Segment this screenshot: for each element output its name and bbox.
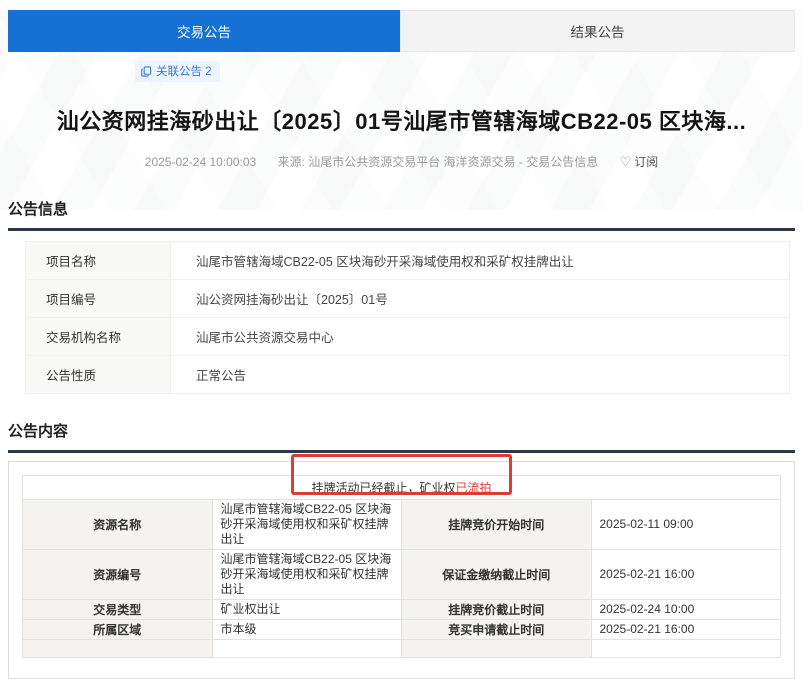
content-value-bid-start-time: 2025-02-11 09:00 [591,500,781,550]
article-source: 来源: 汕尾市公共资源交易平台 海洋资源交易 - 交易公告信息 [278,155,599,169]
info-label-notice-nature: 公告性质 [26,356,171,394]
section-announcement-info: 公告信息 项目名称 汕尾市管辖海域CB22-05 区块海砂开采海域使用权和采矿权… [8,198,795,394]
content-label-resource-name: 资源名称 [23,500,213,550]
subscribe-button[interactable]: ♡订阅 [620,155,659,169]
page-title: 汕公资网挂海砂出让〔2025〕01号汕尾市管辖海域CB22-05 区块海... [30,104,773,136]
table-row: 资源名称 汕尾市管辖海域CB22-05 区块海砂开采海域使用权和采矿权挂牌出让 … [23,500,781,550]
content-value-deposit-deadline: 2025-02-21 16:00 [591,550,781,600]
info-value-agency-name: 汕尾市公共资源交易中心 [171,318,790,356]
announcement-content-box: 挂牌活动已经截止，矿业权已流拍 资源名称 汕尾市管辖海域CB22-05 区块海砂… [8,461,795,679]
table-row: 交易机构名称 汕尾市公共资源交易中心 [26,318,790,356]
announcement-info-heading: 公告信息 [8,198,795,231]
status-notice-highlight: 已流拍 [456,481,492,495]
status-notice-row: 挂牌活动已经截止，矿业权已流拍 [23,476,781,500]
content-value-resource-number: 汕尾市管辖海域CB22-05 区块海砂开采海域使用权和采矿权挂牌出让 [212,550,402,600]
announcement-content-heading: 公告内容 [8,420,795,453]
tab-trade-announcement[interactable]: 交易公告 [8,10,400,52]
related-announcements-label: 关联公告 2 [156,63,212,79]
table-row: 项目名称 汕尾市管辖海域CB22-05 区块海砂开采海域使用权和采矿权挂牌出让 [26,242,790,280]
info-label-project-number: 项目编号 [26,280,171,318]
content-label-region: 所属区域 [23,620,213,640]
content-value-bid-end-time: 2025-02-24 10:00 [591,600,781,620]
tab-result-announcement[interactable]: 结果公告 [400,10,795,52]
table-row-partial [23,640,781,658]
content-label-resource-number: 资源编号 [23,550,213,600]
publish-time: 2025-02-24 10:00:03 [145,155,256,169]
content-label-bid-start-time: 挂牌竞价开始时间 [402,500,592,550]
table-row: 资源编号 汕尾市管辖海域CB22-05 区块海砂开采海域使用权和采矿权挂牌出让 … [23,550,781,600]
copy-document-icon [141,66,152,77]
table-row: 公告性质 正常公告 [26,356,790,394]
related-announcements-link[interactable]: 关联公告 2 [135,61,220,82]
content-value-region: 市本级 [212,620,402,640]
info-value-project-name: 汕尾市管辖海域CB22-05 区块海砂开采海域使用权和采矿权挂牌出让 [171,242,790,280]
content-label-apply-deadline: 竞买申请截止时间 [402,620,592,640]
article-meta: 2025-02-24 10:00:03 来源: 汕尾市公共资源交易平台 海洋资源… [0,153,803,170]
section-announcement-content: 公告内容 挂牌活动已经截止，矿业权已流拍 资源名称 汕尾市管辖海域CB22-05… [8,420,795,679]
announcement-content-table: 挂牌活动已经截止，矿业权已流拍 资源名称 汕尾市管辖海域CB22-05 区块海砂… [22,475,781,658]
content-value-resource-name: 汕尾市管辖海域CB22-05 区块海砂开采海域使用权和采矿权挂牌出让 [212,500,402,550]
heart-icon: ♡ [620,154,632,169]
content-label-trade-type: 交易类型 [23,600,213,620]
content-value-apply-deadline: 2025-02-21 16:00 [591,620,781,640]
subscribe-label: 订阅 [634,155,658,169]
table-row: 所属区域 市本级 竞买申请截止时间 2025-02-21 16:00 [23,620,781,640]
content-value-trade-type: 矿业权出让 [212,600,402,620]
status-notice-text: 挂牌活动已经截止，矿业权 [311,481,455,495]
info-label-agency-name: 交易机构名称 [26,318,171,356]
info-value-notice-nature: 正常公告 [171,356,790,394]
announcement-page: 交易公告 结果公告 关联公告 2 汕公资网挂海砂出让〔2025〕01号汕尾市管辖… [0,10,803,679]
content-label-deposit-deadline: 保证金缴纳截止时间 [402,550,592,600]
table-row: 项目编号 汕公资网挂海砂出让〔2025〕01号 [26,280,790,318]
info-value-project-number: 汕公资网挂海砂出让〔2025〕01号 [171,280,790,318]
table-row: 交易类型 矿业权出让 挂牌竞价截止时间 2025-02-24 10:00 [23,600,781,620]
announcement-info-table: 项目名称 汕尾市管辖海域CB22-05 区块海砂开采海域使用权和采矿权挂牌出让 … [25,241,790,394]
info-label-project-name: 项目名称 [26,242,171,280]
related-link-row: 关联公告 2 [135,61,803,80]
tab-bar: 交易公告 结果公告 [8,10,795,52]
status-notice: 挂牌活动已经截止，矿业权已流拍 [23,476,781,500]
content-label-bid-end-time: 挂牌竞价截止时间 [402,600,592,620]
